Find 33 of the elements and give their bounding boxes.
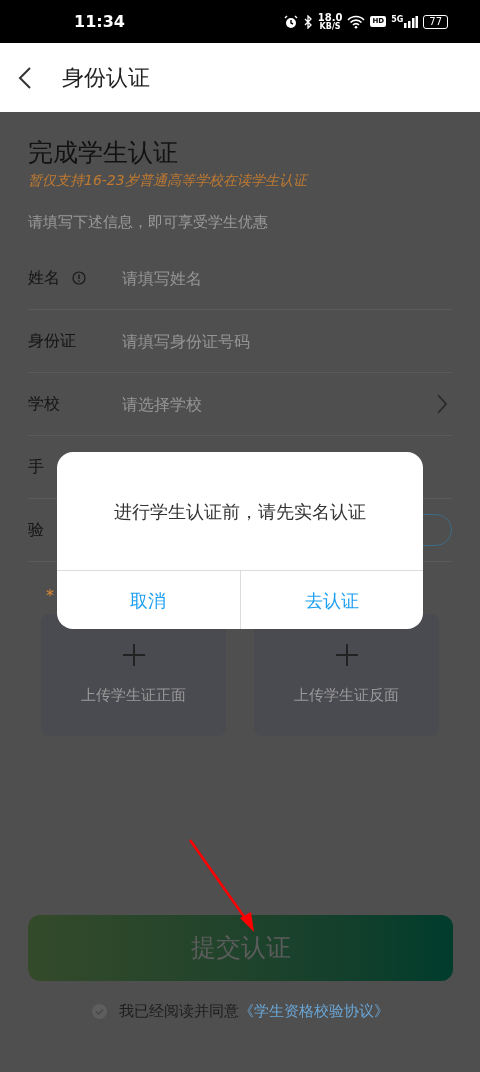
field-label: 学校: [28, 393, 60, 415]
status-time: 11:34: [74, 10, 125, 33]
signal-icon: [404, 15, 419, 28]
field-label: 身份证: [28, 330, 76, 352]
dialog-message: 进行学生认证前，请先实名认证: [114, 499, 366, 524]
wifi-icon: [347, 14, 366, 29]
plus-icon: [122, 643, 145, 666]
form-hint: 请填写下述信息，即可享受学生优惠: [28, 212, 269, 233]
upload-label: 上传学生证反面: [294, 684, 399, 706]
required-mark: *: [46, 586, 55, 606]
network-speed: 18.0: [317, 12, 343, 23]
info-icon: [72, 271, 86, 285]
agreement-link[interactable]: 《学生资格校验协议》: [238, 1000, 389, 1023]
network-type: 5G: [391, 15, 404, 24]
submit-button[interactable]: 提交认证: [28, 915, 453, 981]
page-title: 身份认证: [62, 64, 150, 92]
battery-indicator: 77: [423, 14, 448, 29]
school-select[interactable]: 请选择学校: [122, 384, 422, 424]
field-label: 姓名: [28, 267, 60, 289]
plus-icon: [335, 643, 358, 666]
field-label: 验: [28, 519, 44, 541]
input-field[interactable]: 请填写身份证号码: [122, 321, 422, 361]
input-field[interactable]: 请填写姓名: [122, 258, 422, 298]
chevron-right-icon: [436, 393, 448, 415]
back-icon: [18, 65, 32, 90]
confirm-button[interactable]: 去认证: [239, 571, 423, 629]
bluetooth-icon: [302, 14, 313, 29]
field-label: 手: [28, 456, 44, 478]
form-heading: 完成学生认证: [28, 137, 179, 169]
alarm-icon: [283, 14, 298, 29]
upload-label: 上传学生证正面: [81, 684, 186, 706]
network-speed-unit: KB/S: [319, 22, 341, 31]
eligibility-notice: 暂仅支持16-23岁普通高等学校在读学生认证: [28, 171, 310, 190]
